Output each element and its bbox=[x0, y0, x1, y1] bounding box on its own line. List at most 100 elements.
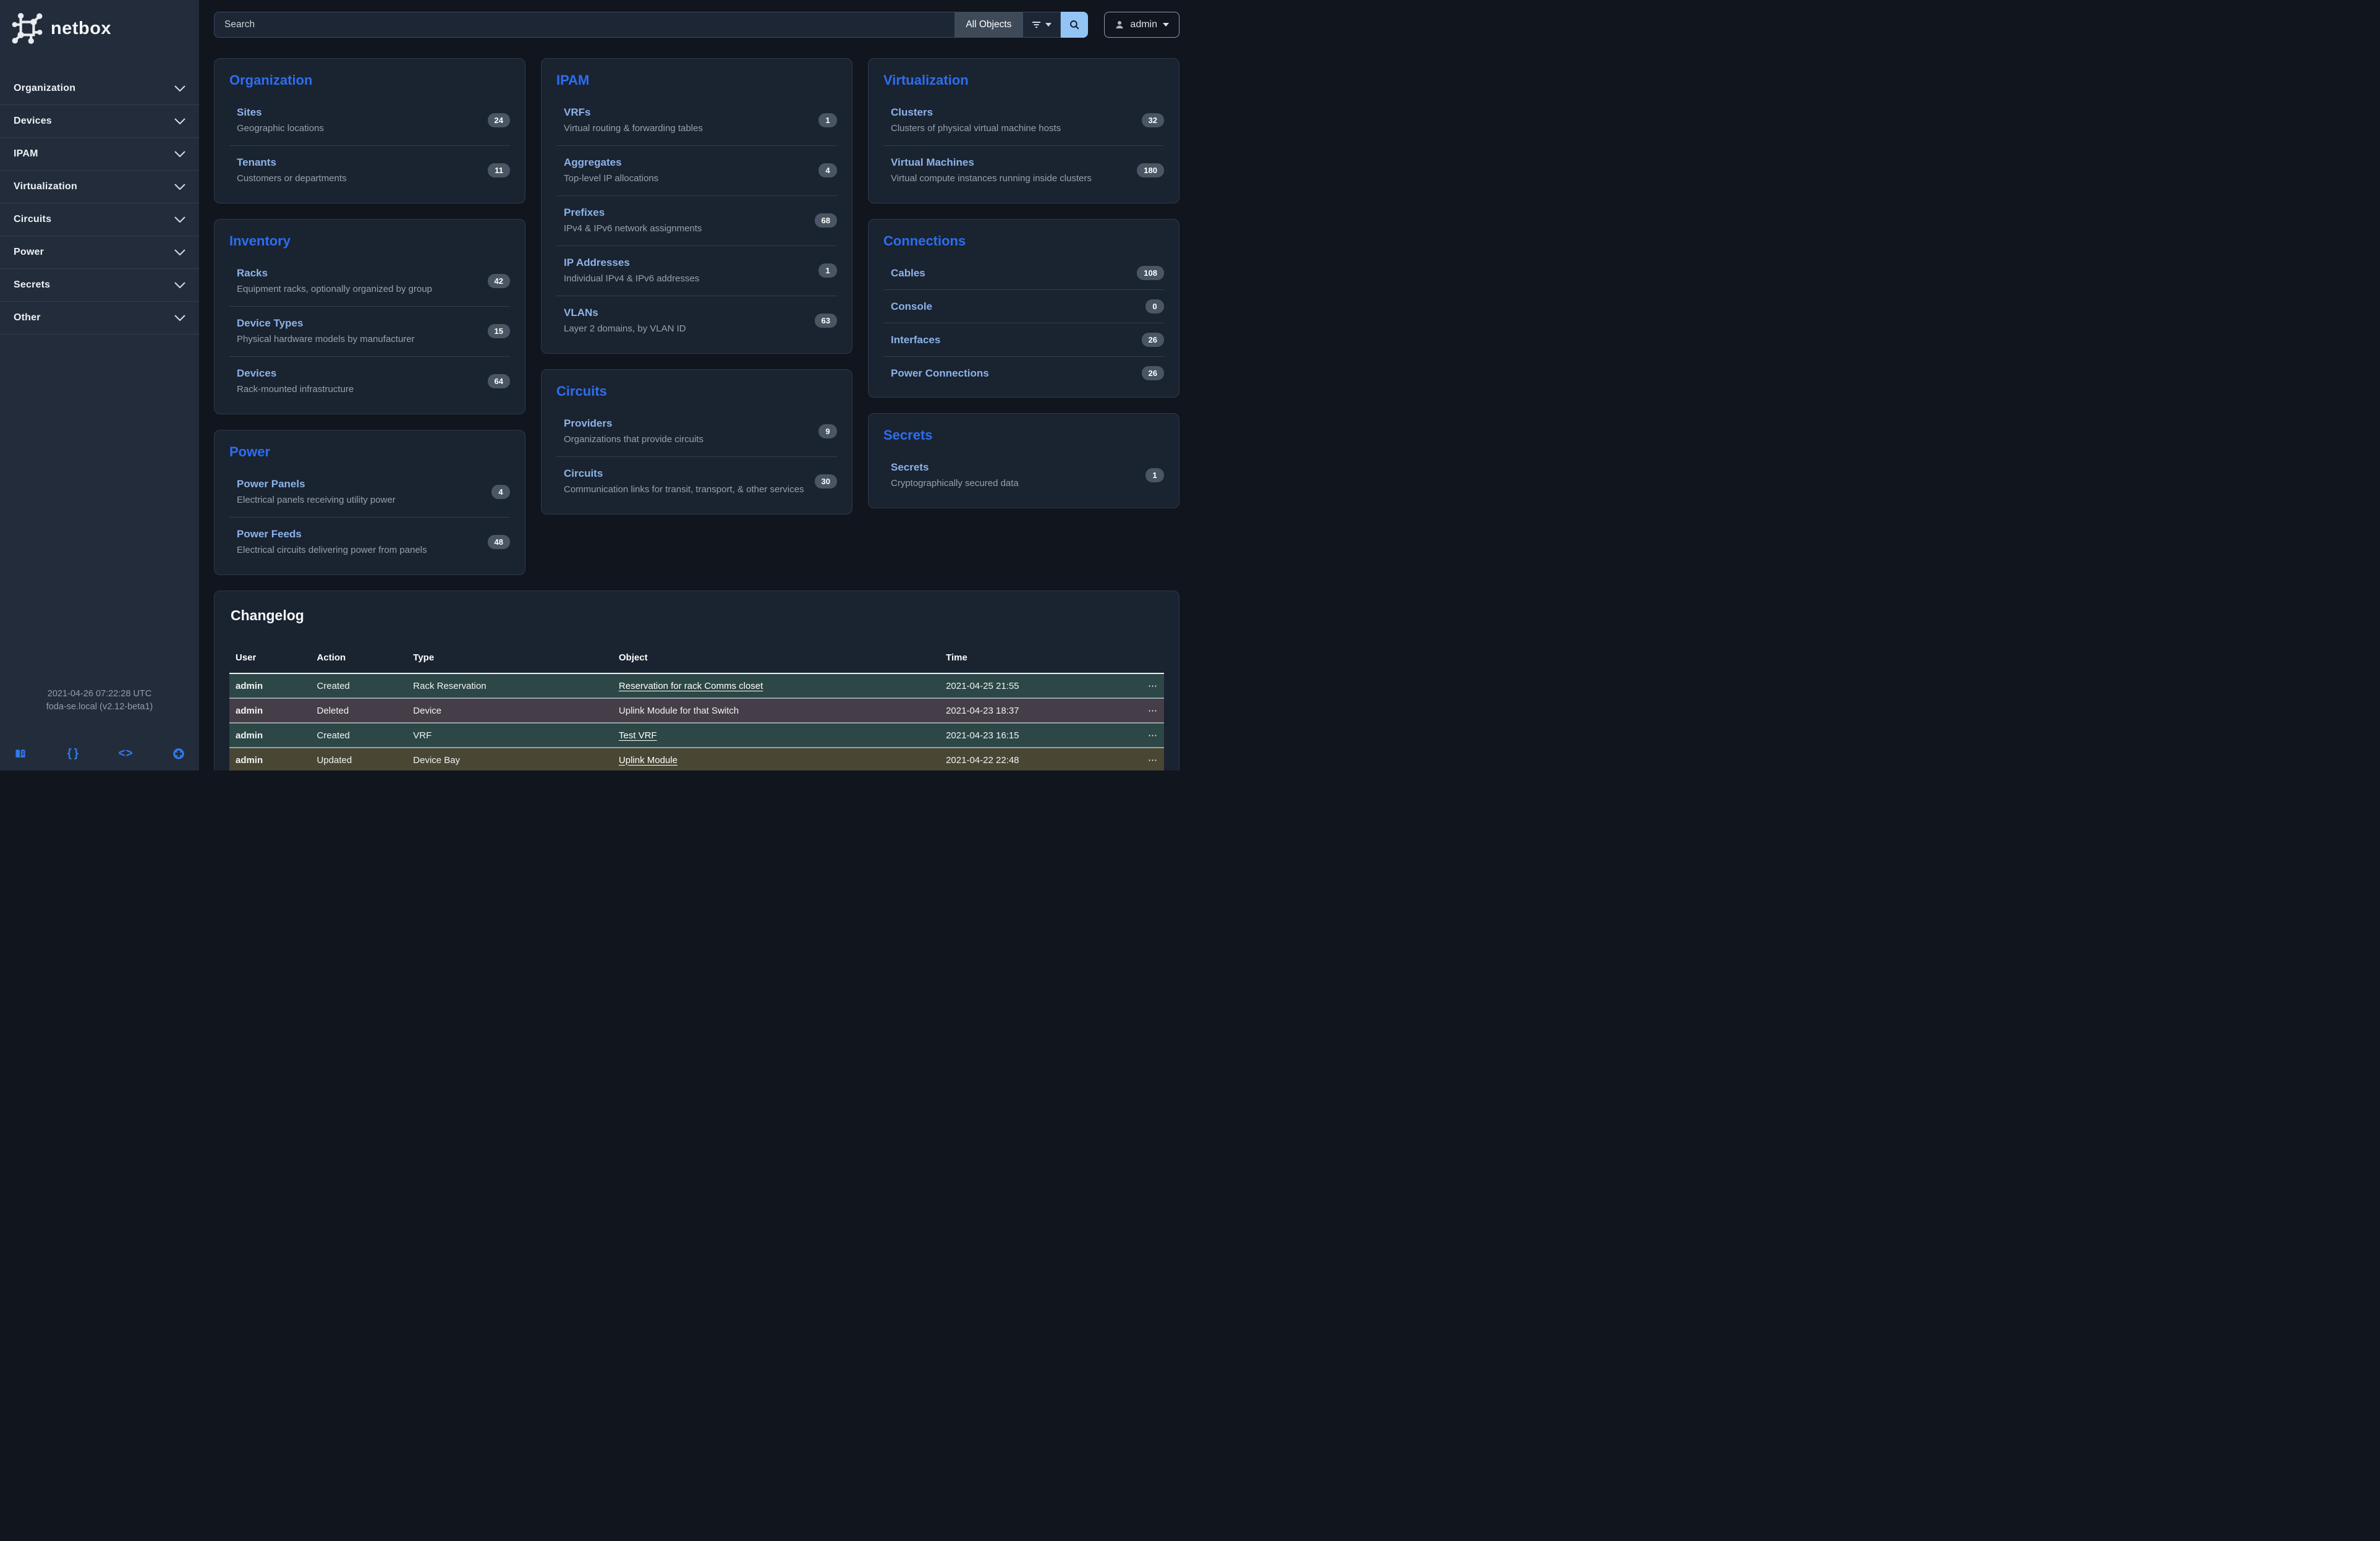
card-item-row: Secrets Cryptographically secured data 1 bbox=[883, 451, 1164, 500]
count-badge: 68 bbox=[815, 213, 837, 228]
object-link[interactable]: Reservation for rack Comms closet bbox=[619, 681, 763, 691]
sidebar-item-virtualization[interactable]: Virtualization bbox=[0, 171, 199, 203]
sidebar-menu-label: Secrets bbox=[14, 280, 50, 291]
object-link[interactable]: Uplink Module bbox=[619, 755, 678, 766]
object-type-description: IPv4 & IPv6 network assignments bbox=[564, 223, 702, 234]
sidebar-item-ipam[interactable]: IPAM bbox=[0, 138, 199, 171]
search-filter-button[interactable] bbox=[1022, 12, 1061, 38]
search-scope-button[interactable]: All Objects bbox=[954, 12, 1022, 38]
main-content: All Objects admin bbox=[199, 0, 1190, 770]
brand-logo-link[interactable]: netbox bbox=[0, 0, 199, 56]
card-item-row: VRFs Virtual routing & forwarding tables… bbox=[556, 96, 837, 145]
object-type-link[interactable]: Power Connections bbox=[891, 367, 989, 380]
column-header-user: User bbox=[229, 646, 311, 673]
object-type-description: Cryptographically secured data bbox=[891, 478, 1019, 489]
user-menu-button[interactable]: admin bbox=[1104, 12, 1179, 38]
netbox-dashboard: netbox Organization Devices IPAM Virtual… bbox=[0, 0, 1190, 770]
card-item-text: Aggregates Top-level IP allocations bbox=[564, 156, 658, 184]
card-item-list: Clusters Clusters of physical virtual ma… bbox=[883, 96, 1164, 195]
card-item-text: Power Connections bbox=[891, 367, 989, 380]
object-type-link[interactable]: Providers bbox=[564, 417, 703, 430]
object-type-link[interactable]: Racks bbox=[237, 267, 432, 280]
support-lifebuoy-icon[interactable] bbox=[171, 746, 187, 762]
netbox-logo-icon bbox=[11, 12, 43, 45]
object-type-link[interactable]: Interfaces bbox=[891, 334, 940, 346]
count-badge: 9 bbox=[818, 424, 837, 438]
chevron-down-icon bbox=[174, 184, 185, 190]
object-type-link[interactable]: Prefixes bbox=[564, 207, 702, 219]
sidebar-item-secrets[interactable]: Secrets bbox=[0, 269, 199, 302]
card-title: IPAM bbox=[556, 72, 837, 88]
object-type-link[interactable]: Device Types bbox=[237, 317, 415, 330]
sidebar-item-devices[interactable]: Devices bbox=[0, 105, 199, 138]
row-menu-button[interactable]: ⋯ bbox=[1148, 706, 1158, 716]
card-item-row: Cables 108 bbox=[883, 257, 1164, 289]
sidebar-item-other[interactable]: Other bbox=[0, 302, 199, 335]
cell-user: admin bbox=[229, 748, 311, 770]
object-type-link[interactable]: Devices bbox=[237, 367, 354, 380]
card-power: Power Power Panels Electrical panels rec… bbox=[214, 430, 525, 575]
object-type-link[interactable]: Power Feeds bbox=[237, 528, 427, 540]
object-type-link[interactable]: Secrets bbox=[891, 461, 1019, 474]
count-badge: 30 bbox=[815, 474, 837, 489]
sidebar-item-power[interactable]: Power bbox=[0, 236, 199, 269]
object-type-link[interactable]: Console bbox=[891, 301, 932, 313]
changelog-table: UserActionTypeObjectTime admin Created R… bbox=[229, 646, 1164, 770]
object-type-description: Geographic locations bbox=[237, 123, 324, 134]
object-text: Uplink Module for that Switch bbox=[619, 706, 739, 716]
object-type-link[interactable]: Circuits bbox=[564, 467, 804, 480]
card-item-text: Devices Rack-mounted infrastructure bbox=[237, 367, 354, 395]
card-virtualization: Virtualization Clusters Clusters of phys… bbox=[868, 58, 1179, 203]
card-item-text: Interfaces bbox=[891, 334, 940, 346]
object-type-link[interactable]: Tenants bbox=[237, 156, 347, 169]
card-item-row: Virtual Machines Virtual compute instanc… bbox=[883, 145, 1164, 195]
docs-book-icon[interactable] bbox=[12, 746, 28, 762]
user-name: admin bbox=[1130, 19, 1157, 30]
chevron-down-icon bbox=[174, 282, 185, 288]
card-title: Inventory bbox=[229, 233, 510, 249]
card-item-text: Racks Equipment racks, optionally organi… bbox=[237, 267, 432, 294]
object-type-description: Virtual compute instances running inside… bbox=[891, 173, 1092, 184]
object-type-link[interactable]: Power Panels bbox=[237, 478, 396, 490]
object-type-link[interactable]: IP Addresses bbox=[564, 257, 699, 269]
count-badge: 63 bbox=[815, 314, 837, 328]
object-type-link[interactable]: VRFs bbox=[564, 106, 703, 119]
row-menu-button[interactable]: ⋯ bbox=[1148, 681, 1158, 691]
cell-type: Device bbox=[407, 698, 613, 723]
object-type-description: Customers or departments bbox=[237, 173, 347, 184]
magnifier-icon bbox=[1069, 19, 1080, 30]
sidebar-item-circuits[interactable]: Circuits bbox=[0, 203, 199, 236]
object-type-link[interactable]: VLANs bbox=[564, 307, 686, 319]
card-item-row: Devices Rack-mounted infrastructure 64 bbox=[229, 356, 510, 406]
object-type-link[interactable]: Clusters bbox=[891, 106, 1061, 119]
card-inventory: Inventory Racks Equipment racks, optiona… bbox=[214, 219, 525, 414]
object-link[interactable]: Test VRF bbox=[619, 730, 657, 741]
object-type-link[interactable]: Aggregates bbox=[564, 156, 658, 169]
column-header-menu bbox=[1126, 646, 1164, 673]
count-badge: 42 bbox=[488, 274, 510, 288]
card-item-row: Interfaces 26 bbox=[883, 323, 1164, 356]
search-input[interactable] bbox=[214, 12, 954, 38]
search-submit-button[interactable] bbox=[1061, 12, 1088, 38]
dashboard-column-3: Virtualization Clusters Clusters of phys… bbox=[868, 58, 1179, 508]
row-menu-button[interactable]: ⋯ bbox=[1148, 755, 1158, 766]
card-item-row: IP Addresses Individual IPv4 & IPv6 addr… bbox=[556, 245, 837, 296]
code-icon[interactable]: <> bbox=[118, 746, 134, 762]
object-type-link[interactable]: Sites bbox=[237, 106, 324, 119]
chevron-down-icon bbox=[174, 315, 185, 321]
object-type-link[interactable]: Cables bbox=[891, 267, 925, 280]
object-type-link[interactable]: Virtual Machines bbox=[891, 156, 1092, 169]
row-menu-button[interactable]: ⋯ bbox=[1148, 730, 1158, 741]
cell-action: Updated bbox=[311, 748, 407, 770]
count-badge: 1 bbox=[818, 113, 837, 127]
rest-api-braces-icon[interactable]: { } bbox=[65, 746, 81, 762]
topbar: All Objects admin bbox=[214, 0, 1179, 38]
card-item-list: Power Panels Electrical panels receiving… bbox=[229, 467, 510, 567]
sidebar: netbox Organization Devices IPAM Virtual… bbox=[0, 0, 199, 770]
sidebar-item-organization[interactable]: Organization bbox=[0, 72, 199, 105]
sidebar-menu-label: Circuits bbox=[14, 214, 51, 225]
cell-row-menu: ⋯ bbox=[1126, 748, 1164, 770]
card-title: Organization bbox=[229, 72, 510, 88]
cell-time: 2021-04-23 18:37 bbox=[940, 698, 1126, 723]
card-item-text: Clusters Clusters of physical virtual ma… bbox=[891, 106, 1061, 134]
